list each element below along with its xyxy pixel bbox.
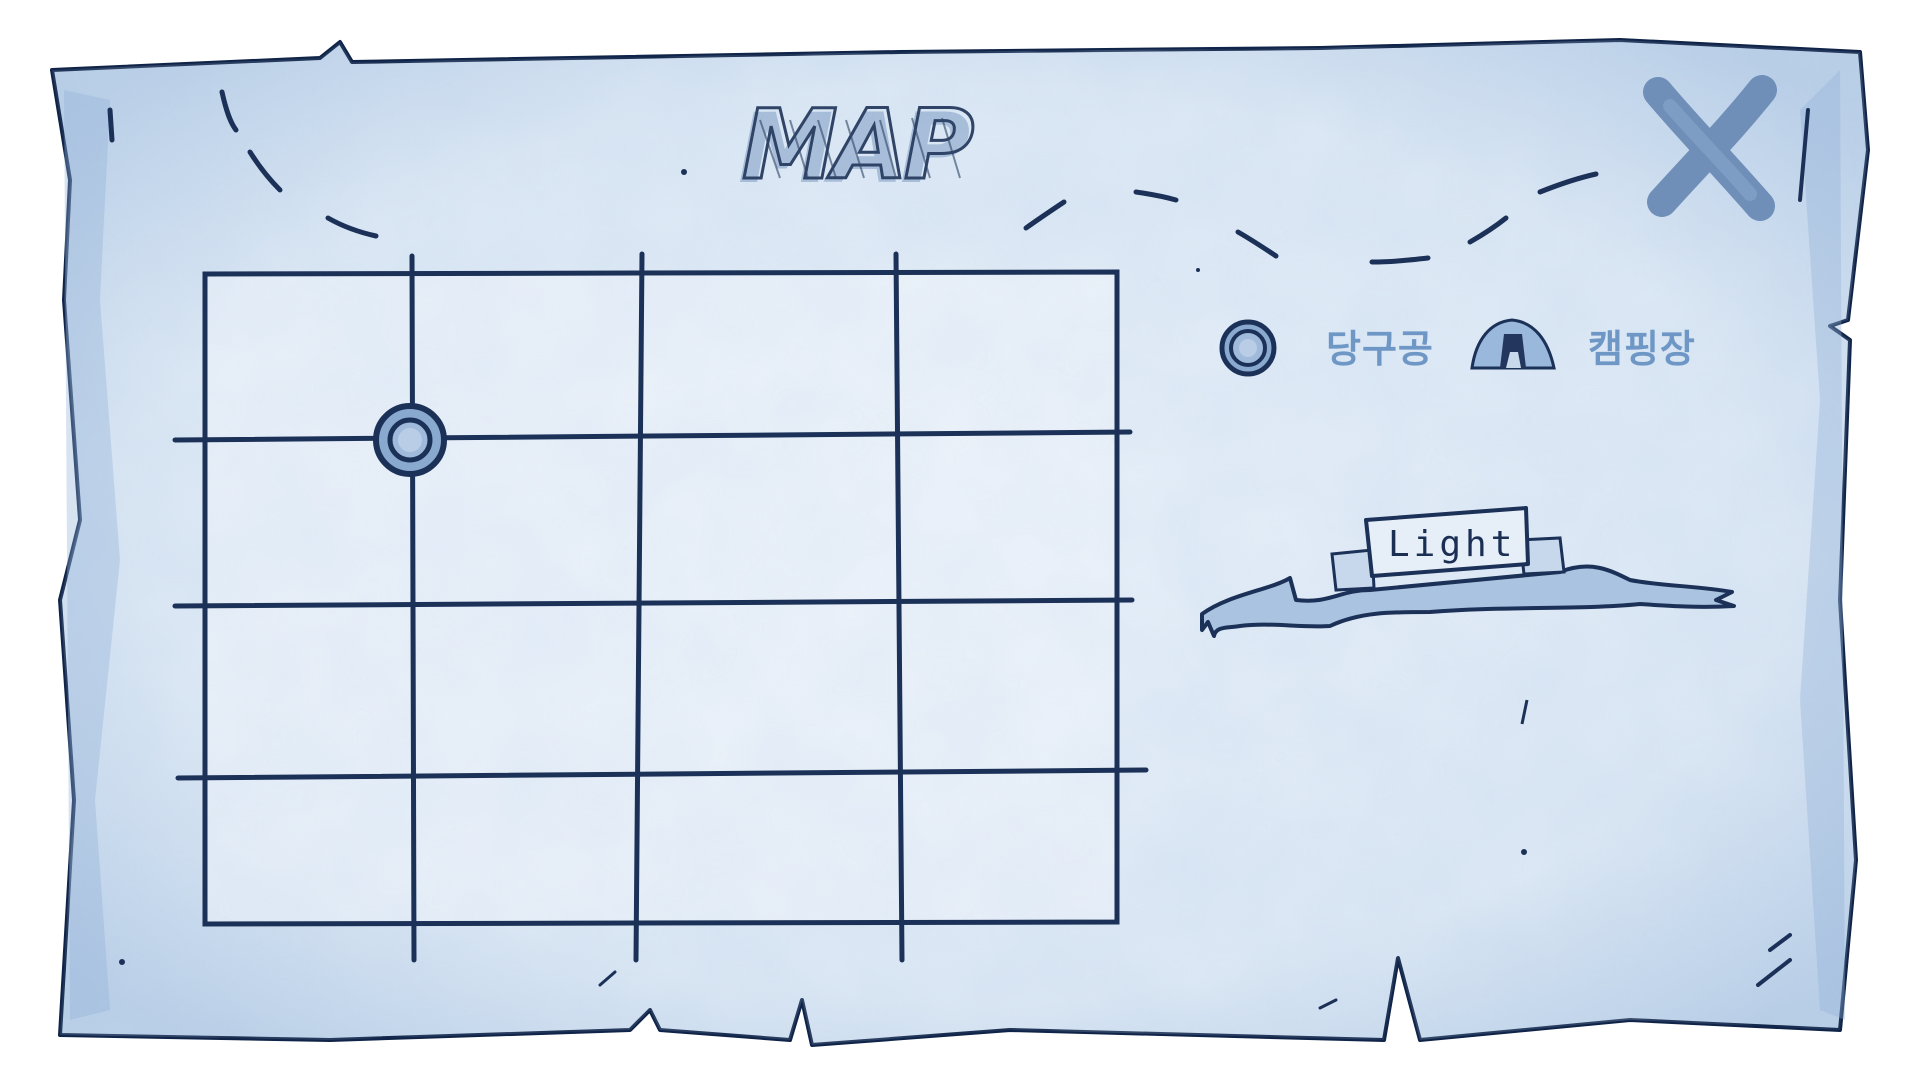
grid-cell[interactable] xyxy=(639,774,899,922)
map-screen: MAP MAP 당구공 캠핑장 Light xyxy=(50,38,1870,1047)
grid-cell[interactable] xyxy=(639,274,899,438)
billiard-ball-icon xyxy=(373,403,447,477)
grid-cell[interactable] xyxy=(413,774,639,922)
grid-cell[interactable] xyxy=(899,274,1117,438)
grid-cell[interactable] xyxy=(899,438,1117,604)
grid-cell[interactable] xyxy=(899,604,1117,774)
svg-text:MAP: MAP xyxy=(742,89,974,201)
grid-cell[interactable] xyxy=(205,274,413,438)
light-banner-label: Light xyxy=(1388,524,1516,565)
grid-cell[interactable] xyxy=(413,604,639,774)
grid-cells xyxy=(205,274,1117,922)
player-marker[interactable] xyxy=(373,403,447,477)
grid-cell[interactable] xyxy=(413,438,639,604)
grid-cell[interactable] xyxy=(639,438,899,604)
grid-cell[interactable] xyxy=(639,604,899,774)
legend-item-billiard-ball: 당구공 xyxy=(1219,319,1434,377)
grid-cell[interactable] xyxy=(413,274,639,438)
grid-cell[interactable] xyxy=(205,604,413,774)
grid-cell[interactable] xyxy=(899,774,1117,922)
legend-label: 당구공 xyxy=(1326,327,1434,371)
map-title: MAP MAP xyxy=(738,88,979,206)
grid-cell[interactable] xyxy=(205,774,413,922)
billiard-ball-icon xyxy=(1219,319,1277,377)
legend-label: 캠핑장 xyxy=(1588,327,1696,371)
